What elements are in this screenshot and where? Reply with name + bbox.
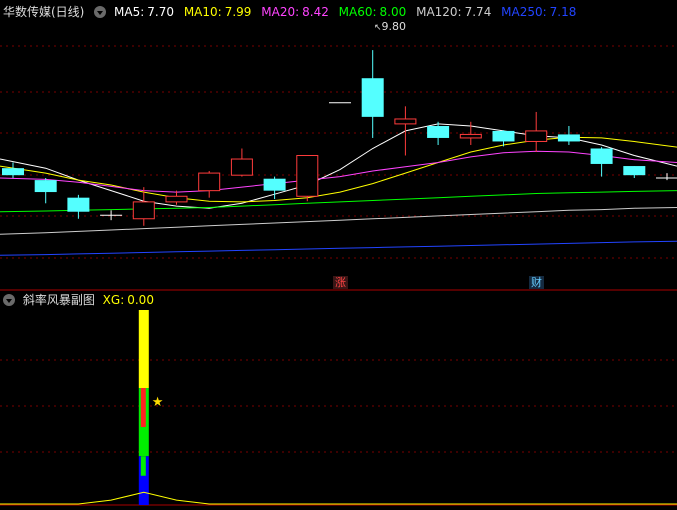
candle-body — [361, 78, 384, 117]
candle-body — [230, 158, 253, 176]
candle-body — [427, 126, 450, 138]
candle — [557, 126, 580, 145]
sub-panel-grid — [0, 359, 677, 453]
indicator-ma250: MA250: 7.18 — [501, 5, 577, 19]
candle-body — [557, 134, 580, 142]
candle — [525, 111, 548, 152]
signal-star-icon: ★ — [151, 394, 164, 410]
candle-body — [34, 180, 57, 193]
candles — [2, 50, 677, 226]
candle — [361, 50, 384, 138]
candle-body — [67, 197, 90, 212]
stock-title[interactable]: 华数传媒(日线) — [3, 5, 84, 19]
chart-canvas[interactable] — [0, 0, 677, 510]
collapse-toggle-icon[interactable] — [94, 6, 107, 18]
indicator-ma5: MA5: 7.70 — [114, 5, 174, 19]
candle — [165, 190, 188, 205]
sub-panel-header: 斜率风暴副图 XG: 0.00 — [3, 291, 160, 309]
main-panel-header: 华数传媒(日线) MA5: 7.70 MA10: 7.99 MA20: 8.42 MA… — [3, 3, 582, 21]
candle — [394, 106, 417, 156]
sub-bar-accent — [140, 388, 146, 427]
ma-line-ma250 — [0, 240, 677, 256]
ma-line-ma60 — [0, 190, 677, 213]
candle-body — [459, 133, 482, 139]
sub-bar-segment — [138, 310, 149, 388]
candle — [263, 176, 286, 200]
xg-line — [0, 491, 677, 505]
candle — [230, 148, 253, 177]
sub-collapse-toggle-icon[interactable] — [3, 294, 15, 306]
candle-body — [623, 166, 646, 176]
chart-window: 华数传媒(日线) MA5: 7.70 MA10: 7.99 MA20: 8.42 MA… — [0, 0, 677, 510]
candle-body — [198, 172, 221, 192]
candle-body — [492, 130, 515, 142]
sub-bar-accent — [140, 456, 146, 476]
candle-body — [590, 148, 613, 164]
event-tag-limit-up[interactable]: 涨 — [333, 276, 348, 289]
candle — [100, 210, 123, 221]
candle-body — [165, 195, 188, 203]
candle-body — [296, 155, 319, 197]
high-marker-icon: ↖ — [374, 23, 382, 33]
candle — [656, 173, 677, 181]
indicator-xg: XG: 0.00 — [102, 293, 154, 307]
ma-line-ma20 — [0, 150, 677, 193]
candle — [590, 147, 613, 177]
event-tag-finance[interactable]: 财 — [529, 276, 544, 289]
candle-body — [525, 130, 548, 142]
main-panel-grid — [0, 45, 677, 259]
sub-chart — [0, 310, 677, 505]
candle-body — [2, 168, 24, 176]
ma-line-ma120 — [0, 207, 677, 235]
sub-panel-title[interactable]: 斜率风暴副图 — [23, 293, 95, 307]
candle — [67, 194, 90, 219]
candle-body — [394, 118, 417, 125]
candle — [296, 155, 319, 202]
indicator-ma20: MA20: 8.42 — [261, 5, 329, 19]
ma-lines — [0, 123, 677, 256]
indicator-ma60: MA60: 8.00 — [338, 5, 407, 19]
indicator-ma120: MA120: 7.74 — [416, 5, 492, 19]
candle — [34, 178, 57, 204]
candle-body — [263, 178, 286, 191]
high-price-label: ↖9.80 — [374, 20, 407, 33]
candle — [2, 162, 24, 178]
candle-body — [132, 201, 155, 220]
candle — [623, 166, 646, 178]
candle — [198, 170, 221, 198]
indicator-ma10: MA10: 7.99 — [183, 5, 252, 19]
